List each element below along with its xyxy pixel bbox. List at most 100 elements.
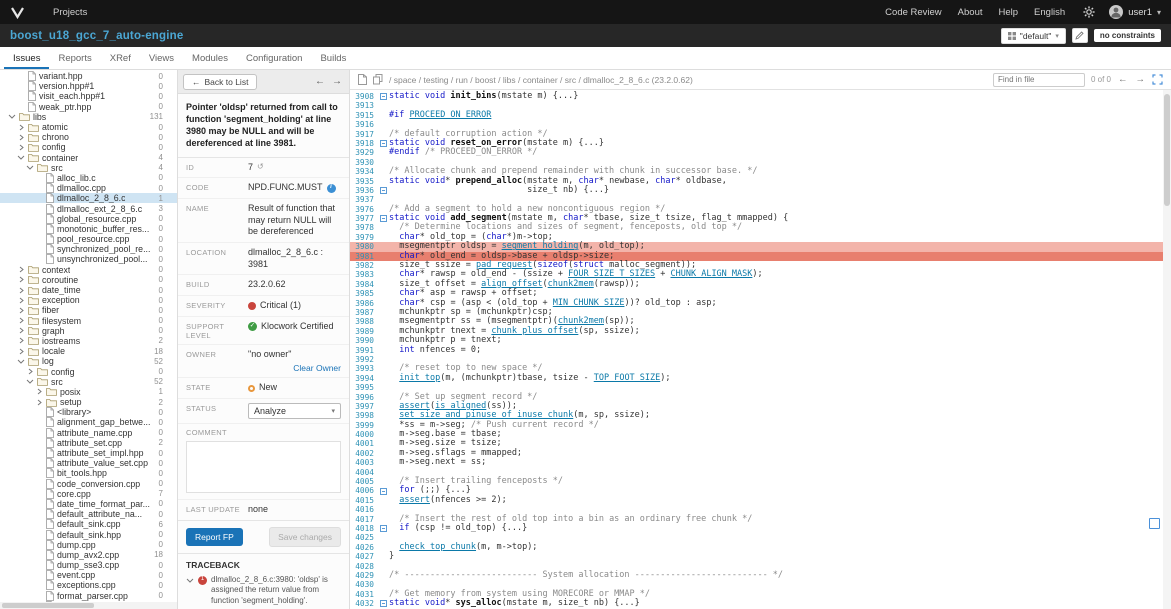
tree-item-graph[interactable]: graph0: [0, 326, 177, 336]
line-number[interactable]: 3980: [350, 242, 378, 251]
constraints-badge[interactable]: no constraints: [1094, 29, 1161, 42]
line-number[interactable]: 3918: [350, 139, 378, 148]
tree-item-attribute-set-cpp[interactable]: attribute_set.cpp2: [0, 438, 177, 448]
tree-item-unsynchronized-pool[interactable]: unsynchronized_pool...0: [0, 254, 177, 264]
line-number[interactable]: 3934: [350, 167, 378, 176]
comment-input[interactable]: [186, 441, 341, 493]
line-number[interactable]: 3982: [350, 261, 378, 270]
line-number[interactable]: 3992: [350, 355, 378, 364]
line-number[interactable]: 3989: [350, 327, 378, 336]
code-vertical-scrollbar[interactable]: [1163, 90, 1171, 609]
caret-right-icon[interactable]: [17, 327, 25, 334]
caret-right-icon[interactable]: [17, 337, 25, 344]
caret-right-icon[interactable]: [26, 368, 34, 375]
find-in-file-input[interactable]: [993, 73, 1085, 87]
code-line[interactable]: 4018 if (csp != old_top) {...}: [350, 524, 1163, 533]
code-symbol-link[interactable]: chunk2mem: [548, 279, 594, 289]
tree-item-synchronized-pool-re[interactable]: synchronized_pool_re...0: [0, 244, 177, 254]
code-symbol-link[interactable]: chunk_plus_offset: [491, 326, 578, 336]
line-number[interactable]: 3983: [350, 270, 378, 279]
code-symbol-link[interactable]: assert: [399, 495, 430, 505]
code-fold-icon[interactable]: [378, 92, 389, 101]
line-number[interactable]: 4031: [350, 590, 378, 599]
code-fold-icon[interactable]: [378, 214, 389, 223]
code-symbol-link[interactable]: TOP_FOOT_SIZE: [594, 373, 661, 383]
caret-down-icon[interactable]: [186, 577, 194, 584]
code-fold-icon[interactable]: [378, 524, 389, 533]
code-line[interactable]: 4015 assert(nfences >= 2);: [350, 496, 1163, 505]
tree-item-alloc-lib-c[interactable]: alloc_lib.c0: [0, 173, 177, 183]
caret-right-icon[interactable]: [17, 287, 25, 294]
tree-item-dlmalloc-2-8-6-c[interactable]: dlmalloc_2_8_6.c1: [0, 193, 177, 203]
code-symbol-link[interactable]: init_top: [399, 373, 440, 383]
tree-item-atomic[interactable]: atomic0: [0, 122, 177, 132]
caret-right-icon[interactable]: [17, 348, 25, 355]
code-line[interactable]: 4029/* -------------------------- System…: [350, 571, 1163, 580]
tree-item-dump-avx2-cpp[interactable]: dump_avx2.cpp18: [0, 550, 177, 560]
topbar-link-help[interactable]: Help: [999, 7, 1019, 18]
tree-item-context[interactable]: context0: [0, 265, 177, 275]
code-symbol-link[interactable]: check_top_chunk: [399, 542, 476, 552]
line-number[interactable]: 3987: [350, 308, 378, 317]
tree-item-src[interactable]: src4: [0, 163, 177, 173]
caret-right-icon[interactable]: [17, 124, 25, 131]
line-number[interactable]: 4001: [350, 439, 378, 448]
code-line[interactable]: 3991 int nfences = 0;: [350, 346, 1163, 355]
caret-right-icon[interactable]: [17, 297, 25, 304]
line-number[interactable]: 4015: [350, 496, 378, 505]
code-line[interactable]: 4003 m->seg.next = ss;: [350, 458, 1163, 467]
line-number[interactable]: 3999: [350, 421, 378, 430]
line-number[interactable]: 4026: [350, 543, 378, 552]
issue-marker-box[interactable]: [1149, 518, 1160, 529]
caret-down-icon[interactable]: [8, 113, 16, 120]
code-line[interactable]: 4005 /* Insert trailing fenceposts */: [350, 477, 1163, 486]
caret-right-icon[interactable]: [17, 276, 25, 283]
line-number[interactable]: 4002: [350, 449, 378, 458]
topbar-link-english[interactable]: English: [1034, 7, 1065, 18]
tree-item-posix[interactable]: posix1: [0, 387, 177, 397]
tree-item-locale[interactable]: locale18: [0, 346, 177, 356]
line-number[interactable]: 3908: [350, 92, 378, 101]
tree-item-format-parser-cpp[interactable]: format_parser.cpp0: [0, 591, 177, 601]
brand-logo-icon[interactable]: [10, 6, 25, 19]
tree-item-visit-each-hpp-1[interactable]: visit_each.hpp#10: [0, 91, 177, 101]
caret-right-icon[interactable]: [17, 307, 25, 314]
page-icon[interactable]: [358, 74, 367, 85]
tree-item-attribute-name-cpp[interactable]: attribute_name.cpp0: [0, 428, 177, 438]
tree-item-monotonic-buffer-res[interactable]: monotonic_buffer_res...0: [0, 224, 177, 234]
tree-item-coroutine[interactable]: coroutine0: [0, 275, 177, 285]
tree-item-iostreams[interactable]: iostreams2: [0, 336, 177, 346]
history-icon[interactable]: ↺: [257, 162, 264, 172]
line-number[interactable]: 3988: [350, 317, 378, 326]
line-number[interactable]: 3986: [350, 299, 378, 308]
topbar-link-about[interactable]: About: [958, 7, 983, 18]
nav-projects[interactable]: Projects: [53, 7, 87, 18]
find-next-button[interactable]: →: [1135, 74, 1147, 85]
tree-item-core-cpp[interactable]: core.cpp7: [0, 489, 177, 499]
tab-modules[interactable]: Modules: [183, 47, 237, 69]
line-number[interactable]: 3913: [350, 101, 378, 110]
tree-item-dlmalloc-cpp[interactable]: dlmalloc.cpp0: [0, 183, 177, 193]
tab-views[interactable]: Views: [140, 47, 183, 69]
caret-right-icon[interactable]: [17, 317, 25, 324]
tree-item-libs[interactable]: libs131: [0, 112, 177, 122]
tree-item-attribute-value-set-cpp[interactable]: attribute_value_set.cpp0: [0, 458, 177, 468]
tree-item-dump-cpp[interactable]: dump.cpp0: [0, 540, 177, 550]
line-number[interactable]: 4028: [350, 562, 378, 571]
view-selector[interactable]: "default" ▾: [1001, 28, 1066, 44]
code-fold-icon[interactable]: [378, 599, 389, 608]
tree-item-fiber[interactable]: fiber0: [0, 305, 177, 315]
next-issue-button[interactable]: →: [330, 76, 344, 87]
line-number[interactable]: 4029: [350, 571, 378, 580]
line-number[interactable]: 4017: [350, 515, 378, 524]
tab-builds[interactable]: Builds: [311, 47, 355, 69]
code-line[interactable]: 4026 check_top_chunk(m, m->top);: [350, 543, 1163, 552]
tree-item-library[interactable]: <library>0: [0, 407, 177, 417]
line-number[interactable]: 3976: [350, 205, 378, 214]
line-number[interactable]: 4018: [350, 524, 378, 533]
line-number[interactable]: 4005: [350, 477, 378, 486]
line-number[interactable]: 4006: [350, 486, 378, 495]
info-icon[interactable]: i: [327, 184, 336, 193]
code-fold-icon[interactable]: [378, 139, 389, 148]
line-number[interactable]: 3994: [350, 374, 378, 383]
